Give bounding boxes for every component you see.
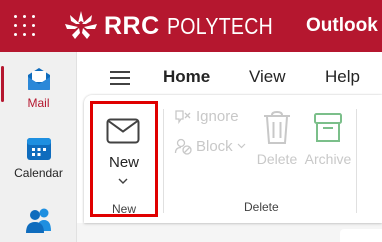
new-button-label: New bbox=[108, 154, 139, 171]
envelope-icon bbox=[106, 118, 140, 144]
app-title: Outlook bbox=[306, 15, 378, 36]
mail-icon bbox=[27, 68, 50, 90]
block-button[interactable]: Block bbox=[174, 137, 246, 155]
brand-polytech-text: POLYTECH bbox=[166, 12, 273, 39]
delete-button[interactable]: Delete bbox=[251, 110, 303, 167]
ribbon-tabs: Home View Help bbox=[77, 52, 382, 99]
rail-item-calendar[interactable]: Calendar bbox=[0, 136, 77, 180]
hamburger-menu-icon[interactable] bbox=[110, 71, 130, 85]
delete-label: Delete bbox=[256, 151, 298, 167]
new-mail-button[interactable]: New bbox=[93, 104, 155, 192]
rail-label-mail: Mail bbox=[27, 96, 50, 110]
app-rail: Mail Calendar bbox=[0, 52, 77, 242]
calendar-icon bbox=[26, 138, 51, 160]
tab-help[interactable]: Help bbox=[325, 67, 360, 87]
app-launcher-icon[interactable] bbox=[14, 15, 36, 37]
tab-view[interactable]: View bbox=[249, 67, 286, 87]
ignore-label: Ignore bbox=[196, 107, 239, 125]
block-icon bbox=[174, 138, 192, 155]
rail-item-people[interactable] bbox=[0, 207, 77, 233]
chevron-down-icon bbox=[237, 143, 246, 149]
block-label: Block bbox=[196, 137, 233, 155]
new-group-label: New bbox=[111, 202, 136, 216]
ignore-icon bbox=[175, 110, 191, 125]
archive-label: Archive bbox=[304, 151, 352, 167]
content-background bbox=[77, 223, 382, 242]
rail-item-mail[interactable]: Mail bbox=[0, 66, 77, 110]
rail-label-calendar: Calendar bbox=[14, 166, 63, 180]
tab-home[interactable]: Home bbox=[163, 67, 210, 87]
people-icon bbox=[25, 208, 51, 233]
ignore-button[interactable]: Ignore bbox=[174, 107, 239, 125]
new-group-highlight: New New bbox=[90, 101, 158, 217]
delete-group-label: Delete bbox=[244, 200, 279, 214]
content-card bbox=[340, 229, 382, 242]
group-separator bbox=[356, 109, 357, 213]
chevron-down-icon[interactable] bbox=[118, 178, 128, 184]
archive-icon bbox=[314, 113, 342, 142]
app-header: RRC POLYTECH Outlook bbox=[0, 0, 382, 52]
brand-logo[interactable]: RRC POLYTECH bbox=[62, 8, 291, 44]
archive-button[interactable]: Archive bbox=[302, 111, 354, 167]
trash-icon bbox=[264, 110, 290, 144]
brand-rrc-text: RRC bbox=[104, 11, 160, 40]
rrc-logo-icon bbox=[65, 11, 97, 39]
group-separator bbox=[163, 109, 164, 213]
